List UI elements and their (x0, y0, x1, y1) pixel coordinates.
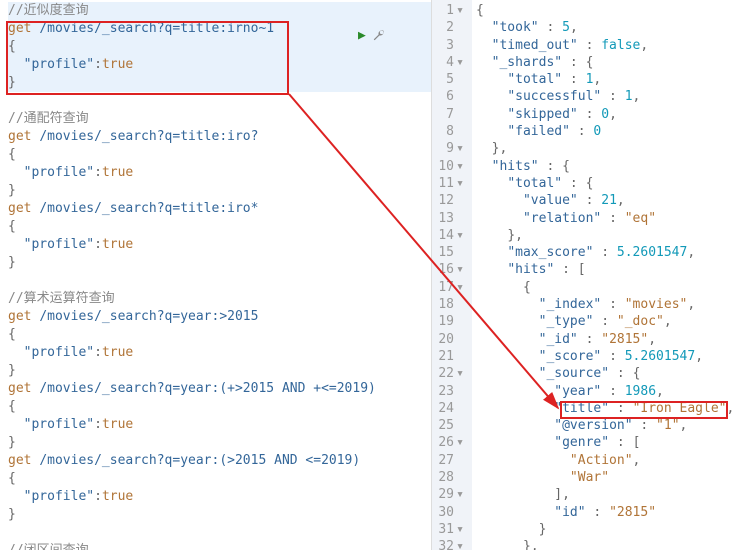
line-number: 30 (436, 504, 464, 521)
json-line: }, (476, 538, 738, 550)
json-line: "id" : "2815" (476, 504, 738, 521)
request-line[interactable]: get /movies/_search?q=title:iro? (8, 128, 431, 146)
line-number: 9▾ (436, 140, 464, 157)
json-line: } (476, 521, 738, 538)
line-number: 1▾ (436, 2, 464, 19)
json-line: "_type" : "_doc", (476, 313, 738, 330)
json-line: { (476, 279, 738, 296)
line-number: 22▾ (436, 365, 464, 382)
json-line: }, (476, 227, 738, 244)
wrench-icon[interactable] (372, 28, 386, 46)
json-line: }, (476, 140, 738, 157)
brace-close: } (8, 254, 431, 272)
line-number: 13 (436, 210, 464, 227)
json-line: "total" : { (476, 175, 738, 192)
brace-close: } (8, 182, 431, 200)
json-line: "@version" : "1", (476, 417, 738, 434)
comment-line: //近似度查询 (8, 2, 431, 20)
line-number: 26▾ (436, 434, 464, 451)
line-number: 7 (436, 106, 464, 123)
json-line: "Action", (476, 452, 738, 469)
kibana-console: //近似度查询get /movies/_search?q=title:irno~… (0, 0, 742, 550)
json-line: "max_score" : 5.2601547, (476, 244, 738, 261)
line-number: 20 (436, 331, 464, 348)
request-tools: ▶ (358, 28, 386, 46)
json-line: { (476, 2, 738, 19)
brace-close: } (8, 362, 431, 380)
body-line: "profile":true (8, 56, 431, 74)
json-line: "year" : 1986, (476, 383, 738, 400)
body-line: "profile":true (8, 236, 431, 254)
line-number: 27 (436, 452, 464, 469)
body-line: "profile":true (8, 164, 431, 182)
brace-open: { (8, 326, 431, 344)
request-line[interactable]: get /movies/_search?q=year:(+>2015 AND +… (8, 380, 431, 398)
request-line[interactable]: get /movies/_search?q=title:iro* (8, 200, 431, 218)
brace-open: { (8, 218, 431, 236)
json-line: "timed_out" : false, (476, 37, 738, 54)
line-number: 5 (436, 71, 464, 88)
line-number: 12 (436, 192, 464, 209)
request-pane[interactable]: //近似度查询get /movies/_search?q=title:irno~… (0, 0, 432, 550)
line-number: 3 (436, 37, 464, 54)
response-body: { "took" : 5, "timed_out" : false, "_sha… (472, 0, 742, 550)
body-line: "profile":true (8, 488, 431, 506)
json-line: "value" : 21, (476, 192, 738, 209)
brace-open: { (8, 146, 431, 164)
run-icon[interactable]: ▶ (358, 28, 366, 46)
line-number: 24 (436, 400, 464, 417)
brace-open: { (8, 398, 431, 416)
json-line: ], (476, 486, 738, 503)
request-line[interactable]: get /movies/_search?q=year:>2015 (8, 308, 431, 326)
json-line: "War" (476, 469, 738, 486)
comment-line: //算术运算符查询 (8, 290, 431, 308)
json-line: "_shards" : { (476, 54, 738, 71)
line-number: 29▾ (436, 486, 464, 503)
json-line: "_score" : 5.2601547, (476, 348, 738, 365)
line-number: 4▾ (436, 54, 464, 71)
json-line: "took" : 5, (476, 19, 738, 36)
json-line: "genre" : [ (476, 434, 738, 451)
json-line: "skipped" : 0, (476, 106, 738, 123)
json-line: "total" : 1, (476, 71, 738, 88)
body-line: "profile":true (8, 416, 431, 434)
line-number: 25 (436, 417, 464, 434)
json-line: "failed" : 0 (476, 123, 738, 140)
json-line: "title" : "Iron Eagle", (476, 400, 738, 417)
brace-close: } (8, 434, 431, 452)
request-line[interactable]: get /movies/_search?q=year:(>2015 AND <=… (8, 452, 431, 470)
json-line: "_id" : "2815", (476, 331, 738, 348)
brace-close: } (8, 506, 431, 524)
response-pane[interactable]: 1▾234▾56789▾10▾11▾121314▾1516▾17▾1819202… (432, 0, 742, 550)
comment-line: //通配符查询 (8, 110, 431, 128)
line-number: 14▾ (436, 227, 464, 244)
line-number: 11▾ (436, 175, 464, 192)
line-number: 17▾ (436, 279, 464, 296)
json-line: "_index" : "movies", (476, 296, 738, 313)
line-number: 31▾ (436, 521, 464, 538)
line-number: 16▾ (436, 261, 464, 278)
brace-close: } (8, 74, 431, 92)
line-number: 10▾ (436, 158, 464, 175)
json-line: "hits" : [ (476, 261, 738, 278)
comment-line: //闭区间查询 (8, 542, 431, 550)
line-number: 15 (436, 244, 464, 261)
json-line: "relation" : "eq" (476, 210, 738, 227)
line-number: 23 (436, 383, 464, 400)
line-number: 6 (436, 88, 464, 105)
body-line: "profile":true (8, 344, 431, 362)
line-number: 18 (436, 296, 464, 313)
line-gutter: 1▾234▾56789▾10▾11▾121314▾1516▾17▾1819202… (432, 0, 472, 550)
line-number: 2 (436, 19, 464, 36)
json-line: "hits" : { (476, 158, 738, 175)
line-number: 28 (436, 469, 464, 486)
json-line: "_source" : { (476, 365, 738, 382)
line-number: 21 (436, 348, 464, 365)
line-number: 8 (436, 123, 464, 140)
line-number: 19 (436, 313, 464, 330)
json-line: "successful" : 1, (476, 88, 738, 105)
brace-open: { (8, 470, 431, 488)
line-number: 32▾ (436, 538, 464, 550)
